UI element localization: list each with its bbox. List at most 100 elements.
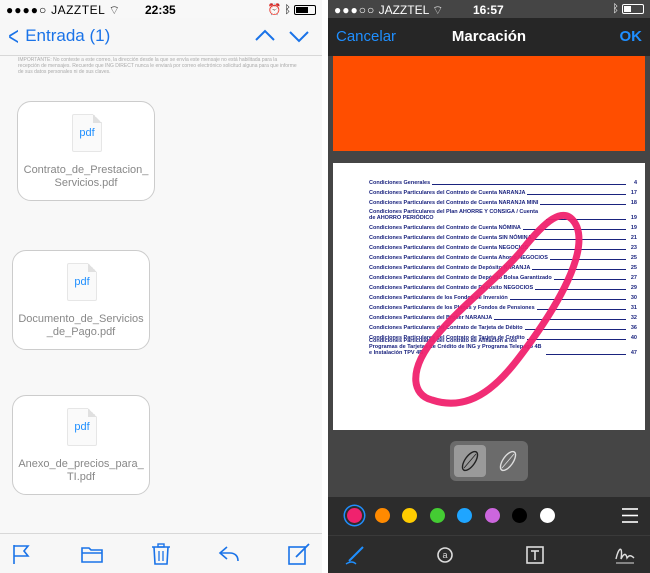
toc-leader (549, 259, 626, 260)
reply-icon[interactable] (217, 542, 241, 566)
status-time: 22:35 (145, 3, 176, 17)
attachment-filename: Documento_de_Servicios_de_Pago.pdf (18, 313, 144, 338)
toc-leader (540, 204, 626, 205)
toc-leader (536, 309, 626, 310)
toc-page: 25 (630, 255, 637, 261)
toc-entry: Condiciones Particulares del Contrato de… (369, 251, 637, 261)
toc-leader (546, 354, 626, 355)
attachment-anexo[interactable]: pdf Anexo_de_precios_para_TI.pdf (12, 395, 150, 495)
toc-entry: Condiciones Particulares del Contrato de… (369, 231, 637, 241)
svg-text:a: a (442, 550, 447, 560)
color-swatch[interactable] (457, 508, 472, 523)
flag-icon[interactable] (10, 542, 34, 566)
text-tool-icon[interactable] (524, 544, 546, 566)
status-icons: ⏰ ᛒ (268, 3, 316, 16)
wifi-icon: ⌔ (108, 3, 121, 17)
color-swatch[interactable] (539, 508, 555, 523)
toc-page: 4 (633, 180, 637, 186)
toc-entry: Condiciones Particulares del Contrato de… (369, 186, 637, 196)
toc-leader (509, 299, 626, 300)
toc-leader (535, 289, 626, 290)
pen-tool-icon[interactable] (344, 544, 366, 566)
markup-nav-bar: Cancelar Marcación OK (328, 18, 650, 56)
color-swatch[interactable] (402, 508, 417, 523)
toc-title: Condiciones Particulares del Contrato de… (369, 285, 534, 291)
signature-tool-icon[interactable] (614, 544, 636, 566)
toc-title: Condiciones Particulares del Contrato de… (369, 255, 548, 261)
toc-title: Condiciones Particulares del Contrato de… (369, 190, 526, 196)
ok-button[interactable]: OK (620, 28, 643, 45)
signal-dots-icon: ●●●●○ (6, 3, 48, 17)
thin-pen-button[interactable] (454, 445, 486, 477)
document-banner (333, 56, 645, 151)
mail-toolbar (0, 533, 322, 573)
compose-icon[interactable] (287, 542, 311, 566)
battery-icon (622, 4, 644, 15)
attachment-documento[interactable]: pdf Documento_de_Servicios_de_Pago.pdf (12, 250, 150, 350)
toc-leader (522, 229, 626, 230)
folder-icon[interactable] (80, 542, 104, 566)
chevron-left-icon: < (8, 21, 19, 51)
markup-screen: ●●●○○ JAZZTEL ⌔ 16:57 ᛒ Cancelar Marcaci… (328, 0, 650, 573)
toc-title: Condiciones Particulares del Contrato de… (369, 225, 521, 231)
toc-page: 25 (630, 265, 637, 271)
toc-entry: Condiciones Particulares del Contrato de… (369, 241, 637, 251)
toc-title: Condiciones Particulares del Contrato de… (369, 325, 523, 331)
color-swatch[interactable] (374, 508, 390, 523)
toc-entry: Condiciones Particulares del Contrato de… (369, 261, 637, 271)
toc-entry: Condiciones Particulares del Contrato de… (369, 221, 637, 231)
attachment-contrato[interactable]: pdf Contrato_de_Prestacion_Servicios.pdf (17, 101, 155, 201)
magnifier-tool-icon[interactable]: a (434, 544, 456, 566)
pen-options (450, 441, 528, 481)
toc-leader (432, 184, 626, 185)
thick-pen-button[interactable] (492, 445, 524, 477)
signal-dots-icon: ●●●○○ (334, 3, 376, 17)
toc-title: Condiciones Particulares del Contrato de… (369, 200, 539, 206)
attachment-filename: Contrato_de_Prestacion_Servicios.pdf (23, 164, 149, 189)
color-swatch[interactable] (512, 508, 527, 523)
toc-page: 18 (630, 200, 637, 206)
mail-nav-bar: < Entrada (1) (0, 18, 322, 56)
toc-entry: Condiciones Particulares del Contrato de… (369, 338, 637, 356)
toc-entry: Condiciones Particulares del Contrato de… (369, 321, 637, 331)
toc-leader (546, 219, 626, 220)
toc-title: Condiciones Particulares del Contrato de… (369, 275, 552, 281)
toc-leader (553, 279, 626, 280)
color-swatch[interactable] (429, 508, 445, 523)
toc-title: Condiciones Particulares del Contrato de… (369, 338, 542, 356)
toc-leader (533, 239, 626, 240)
document-page[interactable]: Condiciones Generales 4 Condiciones Partic… (333, 163, 645, 430)
toc-title: Condiciones Generales (369, 180, 431, 186)
back-to-inbox-button[interactable]: < Entrada (1) (6, 21, 110, 51)
wifi-icon: ⌔ (432, 3, 444, 17)
toc-page: 36 (630, 325, 637, 331)
alarm-icon: ⏰ (267, 4, 282, 16)
previous-message-icon[interactable] (253, 24, 277, 48)
toc-title: Condiciones Particulares del Contrato de… (369, 245, 529, 251)
toc-title: Condiciones Particulares del Plan AHORRE… (369, 209, 539, 221)
toc-title: Condiciones Particulares del Broker NARA… (369, 315, 493, 321)
color-swatch[interactable] (347, 508, 362, 523)
toc-leader (494, 319, 626, 320)
legal-notice: IMPORTANTE: No conteste a este correo, l… (18, 57, 297, 75)
toc-page: 31 (630, 305, 637, 311)
toc-entry: Condiciones Particulares del Broker NARA… (369, 311, 637, 321)
pdf-file-icon: pdf (67, 408, 97, 446)
more-options-icon[interactable] (622, 508, 638, 523)
toc-leader (527, 194, 626, 195)
toc-leader (530, 249, 626, 250)
carrier-label: ●●●●○ JAZZTEL ⌔ (6, 3, 121, 17)
color-palette (328, 497, 650, 535)
mail-screen: ●●●●○ JAZZTEL ⌔ 22:35 ⏰ ᛒ < Entrada (1) … (0, 0, 322, 573)
thick-stroke-icon (499, 450, 517, 472)
next-message-icon[interactable] (287, 24, 311, 48)
toc-title: Condiciones Particulares del Contrato de… (369, 235, 532, 241)
carrier-label: ●●●○○ JAZZTEL ⌔ (334, 3, 444, 17)
trash-icon[interactable] (149, 542, 173, 566)
toc-title: Condiciones Particulares de los Planes y… (369, 305, 535, 311)
toc-leader (532, 269, 626, 270)
toc-page: 21 (630, 235, 637, 241)
color-swatch[interactable] (484, 508, 500, 523)
toc-entry: Condiciones Particulares de los Fondos d… (369, 291, 637, 301)
toc-page: 19 (630, 225, 637, 231)
